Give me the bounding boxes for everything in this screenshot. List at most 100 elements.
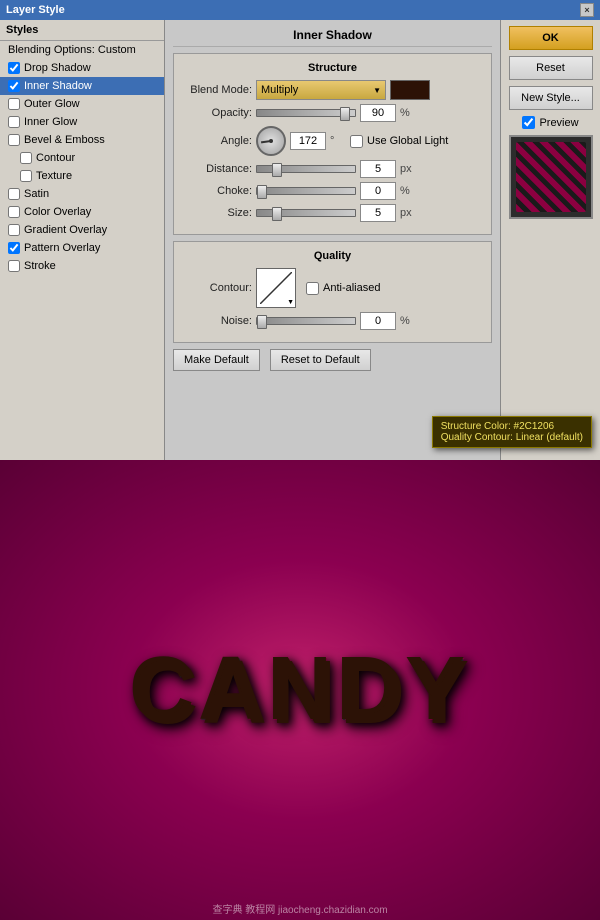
sidebar-item-label: Blending Options: Custom <box>8 44 136 56</box>
size-slider-thumb[interactable] <box>272 207 282 221</box>
sidebar-item-outer-glow[interactable]: Outer Glow <box>0 95 164 113</box>
size-input[interactable] <box>360 204 396 222</box>
contour-preview[interactable]: ▼ <box>256 268 296 308</box>
canvas-area: CANDY 查字典 教程网 jiaocheng.chazidian.com <box>0 460 600 920</box>
opacity-slider-container <box>256 109 356 117</box>
sidebar-item-label: Inner Shadow <box>24 80 92 92</box>
size-unit: px <box>400 207 416 219</box>
anti-aliased-label: Anti-aliased <box>323 282 380 294</box>
sidebar-item-pattern-overlay[interactable]: Pattern Overlay <box>0 239 164 257</box>
opacity-slider-track[interactable] <box>256 109 356 117</box>
opacity-label: Opacity: <box>182 107 252 119</box>
global-light-row: Use Global Light <box>350 135 448 148</box>
preview-stripe <box>516 142 586 212</box>
noise-slider-container <box>256 317 356 325</box>
sidebar-item-color-overlay[interactable]: Color Overlay <box>0 203 164 221</box>
new-style-button[interactable]: New Style... <box>509 86 593 110</box>
sidebar-item-drop-shadow[interactable]: Drop Shadow <box>0 59 164 77</box>
choke-slider-container <box>256 187 356 195</box>
make-default-button[interactable]: Make Default <box>173 349 260 371</box>
reset-button[interactable]: Reset <box>509 56 593 80</box>
choke-slider-track[interactable] <box>256 187 356 195</box>
drop-shadow-checkbox[interactable] <box>8 62 20 74</box>
pattern-overlay-checkbox[interactable] <box>8 242 20 254</box>
satin-checkbox[interactable] <box>8 188 20 200</box>
noise-unit: % <box>400 315 416 327</box>
choke-slider-thumb[interactable] <box>257 185 267 199</box>
choke-label: Choke: <box>182 185 252 197</box>
ok-button[interactable]: OK <box>509 26 593 50</box>
stroke-checkbox[interactable] <box>8 260 20 272</box>
sidebar-item-label: Outer Glow <box>24 98 80 110</box>
texture-checkbox[interactable] <box>20 170 32 182</box>
use-global-light-checkbox[interactable] <box>350 135 363 148</box>
blend-mode-value: Multiply <box>261 84 298 96</box>
blend-mode-row: Blend Mode: Multiply ▼ <box>182 80 483 100</box>
gradient-overlay-checkbox[interactable] <box>8 224 20 236</box>
right-panel: OK Reset New Style... Preview <box>500 20 600 460</box>
sidebar-item-inner-glow[interactable]: Inner Glow <box>0 113 164 131</box>
sidebar-item-bevel-emboss[interactable]: Bevel & Emboss <box>0 131 164 149</box>
dialog-title-bar: Layer Style × <box>0 0 600 20</box>
preview-checkbox[interactable] <box>522 116 535 129</box>
outer-glow-checkbox[interactable] <box>8 98 20 110</box>
sidebar-item-label: Gradient Overlay <box>24 224 107 236</box>
sidebar-item-stroke[interactable]: Stroke <box>0 257 164 275</box>
use-global-light-label: Use Global Light <box>367 135 448 147</box>
size-row: Size: px <box>182 204 483 222</box>
watermark: 查字典 教程网 jiaocheng.chazidian.com <box>0 901 600 916</box>
sidebar-item-label: Pattern Overlay <box>24 242 100 254</box>
candy-text: CANDY <box>130 639 470 742</box>
noise-row: Noise: % <box>182 312 483 330</box>
angle-dial[interactable] <box>256 126 286 156</box>
noise-input[interactable] <box>360 312 396 330</box>
choke-input[interactable] <box>360 182 396 200</box>
blend-mode-label: Blend Mode: <box>182 84 252 96</box>
distance-slider-track[interactable] <box>256 165 356 173</box>
inner-shadow-checkbox[interactable] <box>8 80 20 92</box>
sidebar-item-inner-shadow[interactable]: Inner Shadow <box>0 77 164 95</box>
bevel-emboss-checkbox[interactable] <box>8 134 20 146</box>
structure-section: Structure Blend Mode: Multiply ▼ Opacity… <box>173 53 492 235</box>
sidebar-item-blending-options[interactable]: Blending Options: Custom <box>0 41 164 59</box>
noise-slider-track[interactable] <box>256 317 356 325</box>
angle-input[interactable] <box>290 132 326 150</box>
opacity-slider-thumb[interactable] <box>340 107 350 121</box>
choke-unit: % <box>400 185 416 197</box>
distance-label: Distance: <box>182 163 252 175</box>
styles-panel-header: Styles <box>0 20 164 41</box>
blend-color-swatch[interactable] <box>390 80 430 100</box>
opacity-unit: % <box>400 107 416 119</box>
sidebar-item-label: Stroke <box>24 260 56 272</box>
dialog-body: Styles Blending Options: Custom Drop Sha… <box>0 20 600 460</box>
center-panel: Inner Shadow Structure Blend Mode: Multi… <box>165 20 500 460</box>
sidebar-item-label: Drop Shadow <box>24 62 91 74</box>
size-label: Size: <box>182 207 252 219</box>
tooltip-line2: Quality Contour: Linear (default) <box>441 432 500 443</box>
preview-label-row: Preview <box>522 116 578 129</box>
angle-row: Angle: ° Use Global Light <box>182 126 483 156</box>
size-slider-track[interactable] <box>256 209 356 217</box>
inner-glow-checkbox[interactable] <box>8 116 20 128</box>
color-overlay-checkbox[interactable] <box>8 206 20 218</box>
distance-slider-container <box>256 165 356 173</box>
sidebar-item-gradient-overlay[interactable]: Gradient Overlay <box>0 221 164 239</box>
contour-arrow-icon: ▼ <box>287 299 294 306</box>
close-icon[interactable]: × <box>580 3 594 17</box>
reset-default-button[interactable]: Reset to Default <box>270 349 371 371</box>
sidebar-item-satin[interactable]: Satin <box>0 185 164 203</box>
contour-row: Contour: ▼ Anti-aliased <box>182 268 483 308</box>
anti-aliased-checkbox[interactable] <box>306 282 319 295</box>
styles-panel: Styles Blending Options: Custom Drop Sha… <box>0 20 165 460</box>
blend-mode-dropdown[interactable]: Multiply ▼ <box>256 80 386 100</box>
distance-slider-thumb[interactable] <box>272 163 282 177</box>
contour-checkbox[interactable] <box>20 152 32 164</box>
sidebar-item-contour[interactable]: Contour <box>0 149 164 167</box>
sidebar-item-label: Contour <box>36 152 75 164</box>
noise-slider-thumb[interactable] <box>257 315 267 329</box>
opacity-input[interactable] <box>360 104 396 122</box>
contour-label: Contour: <box>182 282 252 294</box>
choke-row: Choke: % <box>182 182 483 200</box>
sidebar-item-texture[interactable]: Texture <box>0 167 164 185</box>
distance-input[interactable] <box>360 160 396 178</box>
